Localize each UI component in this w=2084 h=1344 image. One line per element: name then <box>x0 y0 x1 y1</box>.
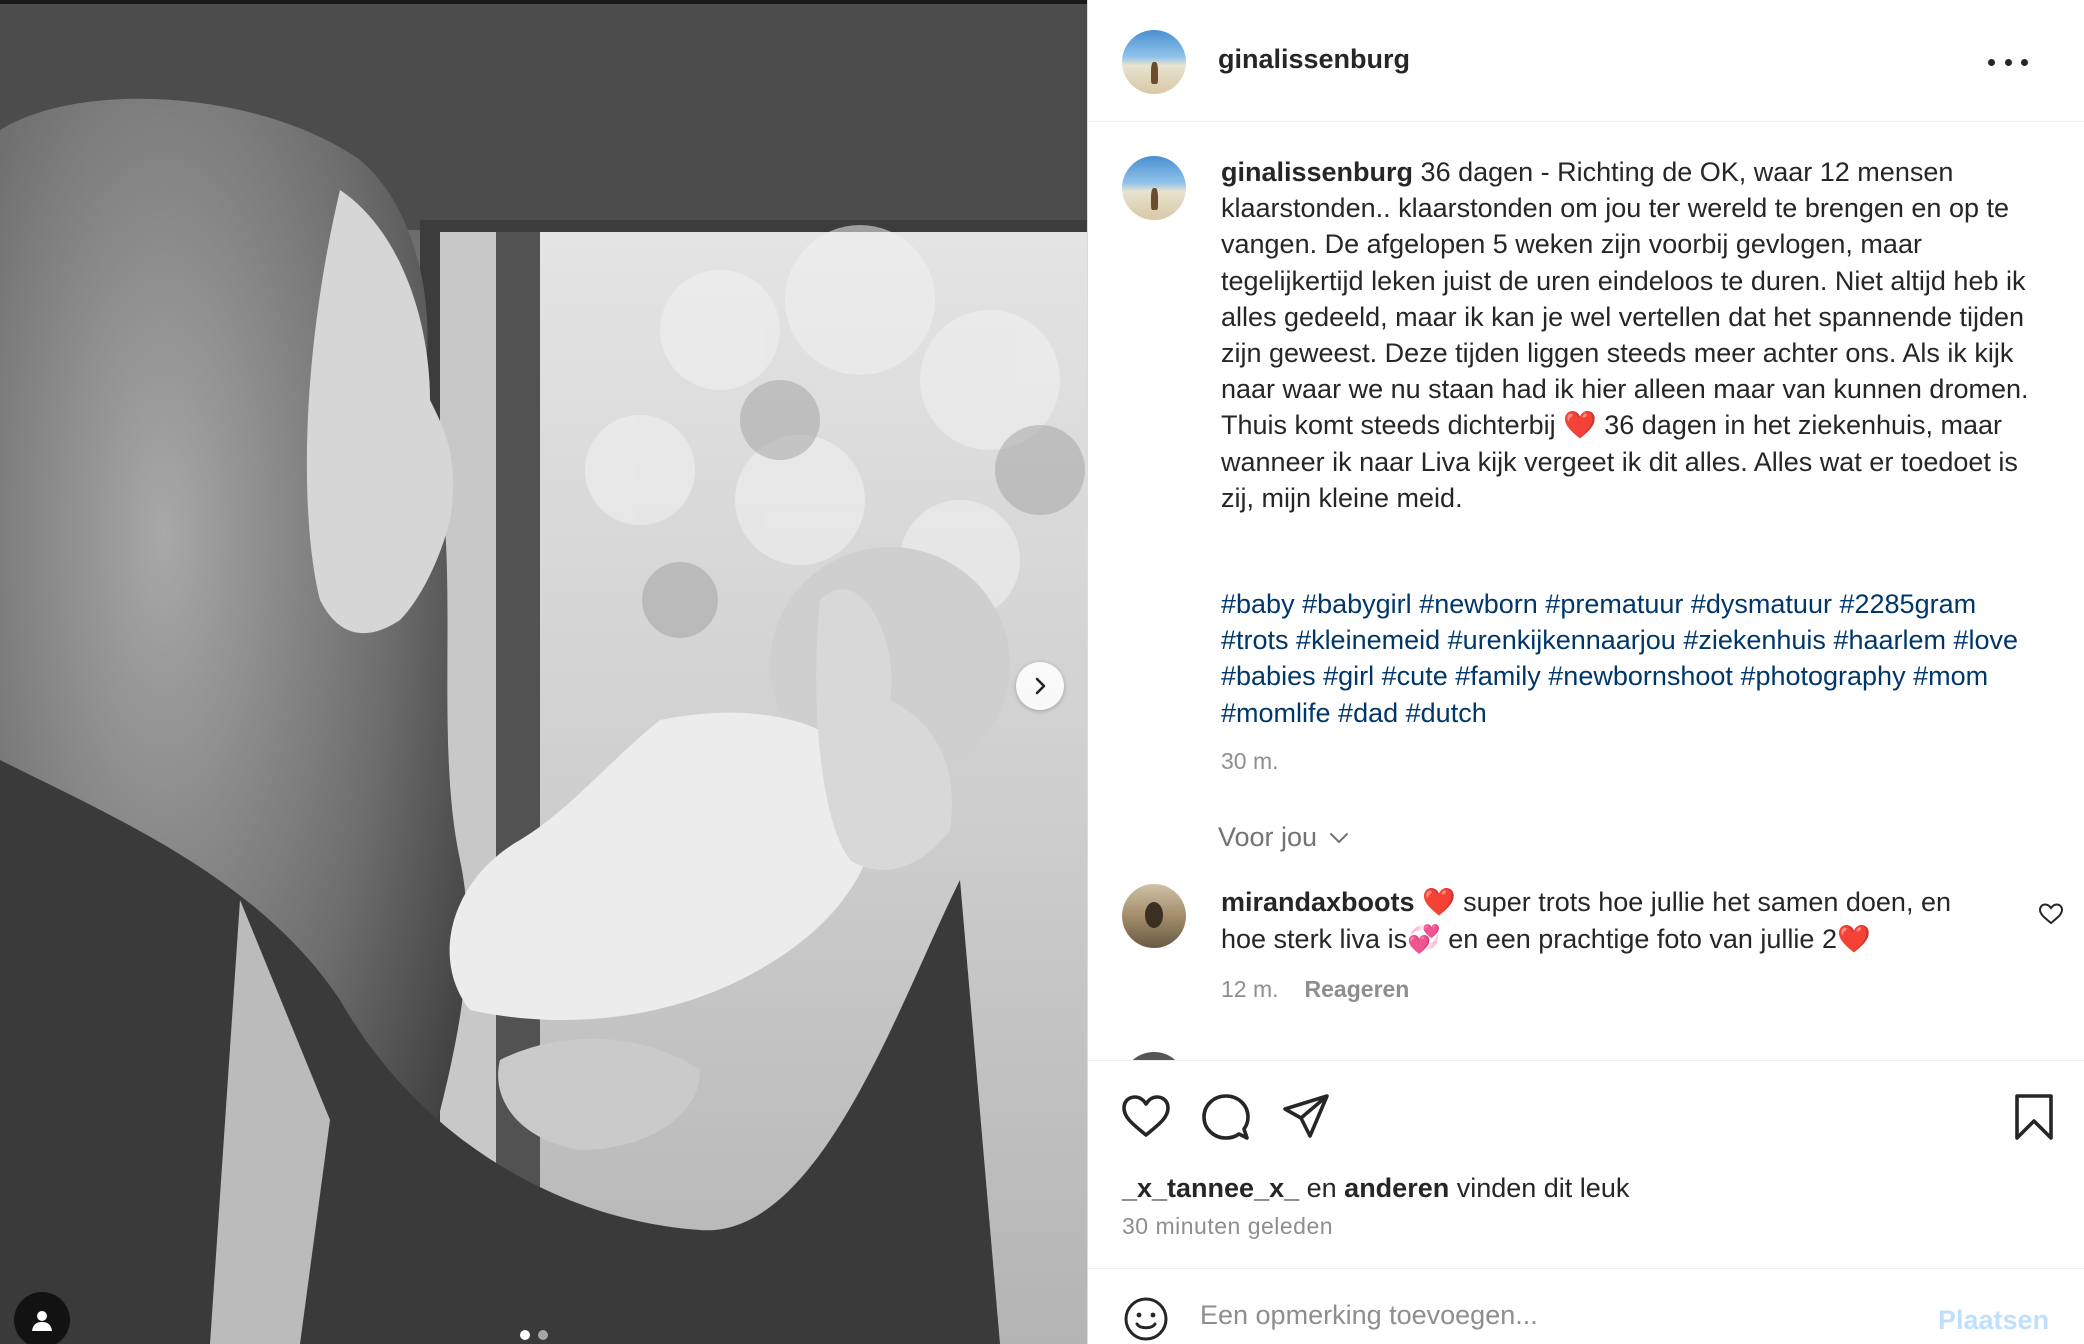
reply-button[interactable]: Reageren <box>1305 976 1410 1003</box>
likes-connector: en <box>1299 1173 1345 1203</box>
bookmark-icon <box>2015 1094 2053 1140</box>
hashtag-link[interactable]: #trots <box>1221 625 1289 655</box>
hashtag-link[interactable]: #prematuur <box>1545 589 1683 619</box>
like-button[interactable] <box>1120 1091 1172 1143</box>
comment-button[interactable] <box>1200 1091 1252 1143</box>
comment-time: 12 m. <box>1221 976 1279 1002</box>
avatar[interactable] <box>1122 30 1186 94</box>
chevron-right-icon <box>1035 677 1046 695</box>
add-comment-bar: Plaatsen <box>1088 1268 2084 1344</box>
comment-filter-label: Voor jou <box>1218 822 1318 852</box>
user-tag-icon <box>32 1311 52 1331</box>
post-photo[interactable] <box>0 0 1087 1344</box>
comments-scroll-area[interactable]: ginalissenburg 36 dagen - Richting de OK… <box>1088 122 2084 1060</box>
more-icon-dot <box>2004 58 2012 66</box>
tagged-users-button[interactable] <box>14 1292 70 1344</box>
chevron-down-icon <box>1330 832 1349 843</box>
liked-by-others-link[interactable]: anderen <box>1344 1173 1449 1203</box>
comment-filter-dropdown[interactable]: Voor jou <box>1218 822 1351 853</box>
comment-avatar[interactable] <box>1122 884 1186 948</box>
post-timestamp[interactable]: 30 minuten geleden <box>1122 1213 1333 1240</box>
hashtag-link[interactable]: #newbornshoot <box>1548 661 1733 691</box>
emoji-icon <box>1124 1297 1168 1341</box>
next-slide-button[interactable] <box>1016 662 1064 710</box>
hashtag-link[interactable]: #mom <box>1913 661 1988 691</box>
more-icon-dot <box>2021 58 2028 66</box>
hashtag-link[interactable]: #haarlem <box>1833 625 1946 655</box>
emoji-button[interactable] <box>1122 1295 1170 1343</box>
hashtag-link[interactable]: #babies <box>1221 661 1316 691</box>
comment-icon <box>1202 1094 1250 1140</box>
hashtag-link[interactable]: #ziekenhuis <box>1683 625 1826 655</box>
hashtag-link[interactable]: #dutch <box>1406 698 1487 728</box>
carousel-dot <box>538 1330 548 1340</box>
likes-suffix: vinden dit leuk <box>1449 1173 1630 1203</box>
comment-meta: 12 m. Reageren <box>1221 976 1409 1003</box>
caption-text: 36 dagen - Richting de OK, waar 12 mense… <box>1221 157 2036 513</box>
post-header: ginalissenburg <box>1088 0 2084 122</box>
heart-icon <box>1122 1095 1170 1137</box>
hashtag-link[interactable]: #2285gram <box>1839 589 1976 619</box>
save-button[interactable] <box>2008 1091 2060 1143</box>
hashtag-link[interactable]: #babygirl <box>1302 589 1412 619</box>
next-comment-avatar <box>1122 1052 1186 1060</box>
hashtag-link[interactable]: #dad <box>1338 698 1398 728</box>
post-actions: _x_tannee_x_ en anderen vinden dit leuk … <box>1088 1060 2084 1270</box>
post-author-username[interactable]: ginalissenburg <box>1218 44 1410 75</box>
likes-summary: _x_tannee_x_ en anderen vinden dit leuk <box>1122 1173 1629 1204</box>
caption-username[interactable]: ginalissenburg <box>1221 157 1413 187</box>
hashtag-link[interactable]: #dysmatuur <box>1691 589 1832 619</box>
share-icon <box>1283 1094 1329 1138</box>
comment-username[interactable]: mirandaxboots <box>1221 887 1415 917</box>
liked-by-user[interactable]: _x_tannee_x_ <box>1122 1173 1299 1203</box>
hashtag-link[interactable]: #momlife <box>1221 698 1331 728</box>
hashtag-link[interactable]: #family <box>1455 661 1541 691</box>
photo-image <box>0 0 1087 1344</box>
post-detail-panel: ginalissenburg ginalissenburg 36 dagen -… <box>1087 0 2084 1344</box>
hashtag-link[interactable]: #girl <box>1323 661 1374 691</box>
hashtag-link[interactable]: #cute <box>1382 661 1448 691</box>
more-options-button[interactable] <box>1988 48 2028 76</box>
hashtag-link[interactable]: #newborn <box>1419 589 1538 619</box>
hashtag-link[interactable]: #urenkijkennaarjou <box>1448 625 1676 655</box>
hashtag-link[interactable]: #kleinemeid <box>1296 625 1440 655</box>
post-comment-button[interactable]: Plaatsen <box>1938 1305 2049 1336</box>
hashtag-link[interactable]: #love <box>1954 625 2019 655</box>
comment-like-button[interactable] <box>2038 902 2064 931</box>
carousel-indicator <box>520 1330 548 1340</box>
hashtag-link[interactable]: #baby <box>1221 589 1295 619</box>
caption-avatar[interactable] <box>1122 156 1186 220</box>
carousel-dot-active <box>520 1330 530 1340</box>
caption-timestamp: 30 m. <box>1221 748 1279 774</box>
post-caption: ginalissenburg 36 dagen - Richting de OK… <box>1221 154 2031 516</box>
comment-input[interactable] <box>1200 1291 1840 1339</box>
hashtag-link[interactable]: #photography <box>1740 661 1905 691</box>
comment-text-block: mirandaxboots ❤️ super trots hoe jullie … <box>1221 884 2001 958</box>
heart-icon <box>2038 903 2064 925</box>
share-button[interactable] <box>1280 1091 1332 1143</box>
hashtag-list: #baby #babygirl #newborn #prematuur #dys… <box>1221 586 2031 731</box>
more-icon <box>1988 58 1995 66</box>
